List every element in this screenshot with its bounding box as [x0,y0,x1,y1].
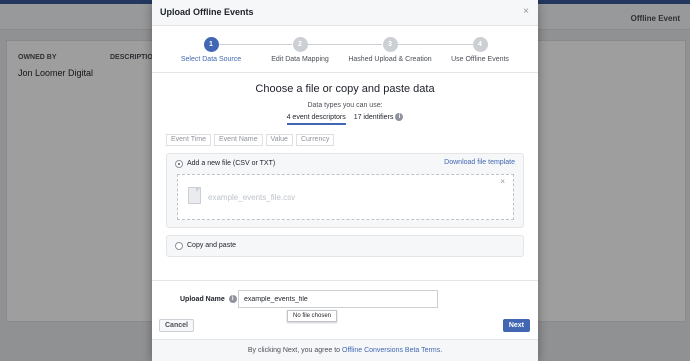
next-button[interactable]: Next [502,319,530,332]
divider [152,280,538,281]
step-number: 2 [292,37,308,52]
tab-event-descriptors[interactable]: 4 event descriptors [286,114,346,125]
step-label: Hashed Upload & Creation [348,56,432,63]
step-label: Select Data Source [180,56,242,63]
upload-name-input[interactable] [238,290,438,308]
dialog-title: Upload Offline Events [160,7,254,17]
upload-offline-events-dialog: Upload Offline Events × 1 Select Data So… [152,0,538,361]
footer-suffix: . [440,347,443,354]
selected-file-name: example_events_file.csv [208,193,296,202]
tab-identifiers-label: 17 identifiers [353,113,394,121]
remove-file-icon[interactable]: × [500,177,505,186]
divider [152,72,538,73]
footer-text: By clicking Next, you agree to [247,347,341,354]
chip-currency: Currency [295,134,335,146]
copy-paste-label: Copy and paste [187,242,237,249]
step-number: 3 [382,37,398,52]
close-icon[interactable]: × [523,6,529,17]
step-number: 4 [472,37,488,52]
data-types-label: Data types you can use: [307,102,383,109]
copy-paste-radio[interactable] [175,242,183,250]
upload-file-option: Add a new file (CSV or TXT) Download fil… [166,153,524,228]
upload-file-label: Add a new file (CSV or TXT) [187,160,276,167]
copy-paste-option: Copy and paste [166,235,524,257]
cancel-button[interactable]: Cancel [159,319,194,332]
file-tooltip: No file chosen [287,310,338,322]
file-drop-zone[interactable]: example_events_file.csv × [177,174,514,220]
chip-event-name: Event Name [214,134,263,146]
choose-data-heading: Choose a file or copy and paste data [255,83,435,95]
progress-stepper: 1 Select Data Source 2 Edit Data Mapping… [166,37,524,69]
download-template-link[interactable]: Download file template [444,159,515,166]
tab-identifiers[interactable]: 17 identifiers i [354,113,404,121]
info-icon[interactable]: i [395,113,404,121]
chip-event-time: Event Time [166,134,212,146]
event-descriptor-chips: Event Time Event Name Value Currency [166,128,337,146]
file-icon [188,187,201,204]
step-edit-data-mapping[interactable]: 2 Edit Data Mapping [255,37,345,63]
step-hashed-upload[interactable]: 3 Hashed Upload & Creation [345,37,435,63]
beta-terms-link[interactable]: Offline Conversions Beta Terms [342,347,440,354]
step-use-offline-events[interactable]: 4 Use Offline Events [435,37,525,63]
upload-name-label: Upload Name i [180,295,237,303]
info-icon[interactable]: i [228,295,237,303]
step-label: Edit Data Mapping [271,56,329,63]
upload-name-text: Upload Name [180,295,225,303]
step-select-data-source[interactable]: 1 Select Data Source [166,37,256,63]
data-types-tabs: 4 event descriptors 17 identifiers i [152,113,538,125]
chip-value: Value [265,134,293,146]
dialog-header: Upload Offline Events × [152,0,538,26]
dialog-footer: By clicking Next, you agree to Offline C… [152,339,538,361]
step-number: 1 [203,37,219,52]
upload-file-radio[interactable] [175,160,183,168]
step-label: Use Offline Events [451,56,509,63]
